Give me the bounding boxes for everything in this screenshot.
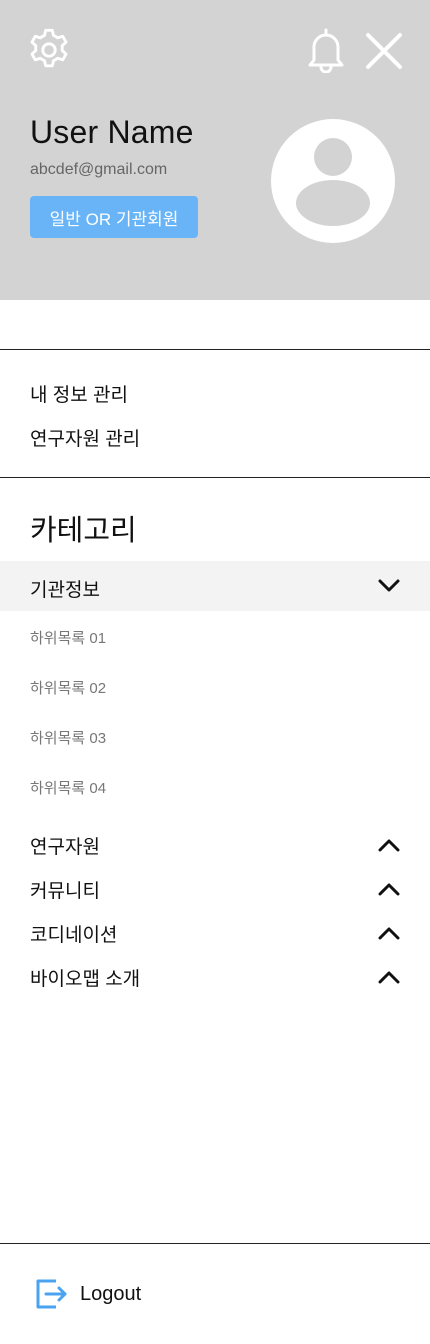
user-name: User Name (30, 114, 194, 150)
category-biomap-intro[interactable]: 바이오맵 소개 (0, 958, 430, 994)
subitem-03[interactable]: 하위목록 03 (30, 727, 106, 748)
gear-icon[interactable] (26, 27, 72, 73)
category-label: 기관정보 (30, 580, 100, 601)
menu-my-info[interactable]: 내 정보 관리 (30, 380, 128, 407)
menu-research-resources[interactable]: 연구자원 관리 (30, 424, 140, 451)
user-email: abcdef@gmail.com (30, 161, 168, 178)
chevron-up-icon (378, 839, 400, 852)
category-title: 카테고리 (30, 515, 137, 547)
category-research-resources[interactable]: 연구자원 (0, 826, 430, 862)
category-label: 연구자원 (30, 837, 100, 858)
close-icon[interactable] (363, 30, 405, 72)
member-type-badge[interactable]: 일반 OR 기관회원 (30, 196, 198, 238)
chevron-up-icon (378, 883, 400, 896)
category-coordination[interactable]: 코디네이션 (0, 914, 430, 950)
category-label: 코디네이션 (30, 925, 118, 946)
divider (0, 349, 430, 350)
bell-icon[interactable] (304, 27, 348, 73)
chevron-up-icon (378, 971, 400, 984)
subitem-04[interactable]: 하위목록 04 (30, 777, 106, 798)
chevron-up-icon (378, 927, 400, 940)
logout-icon (36, 1279, 67, 1309)
logout-button[interactable]: Logout (0, 1244, 430, 1344)
logout-label: Logout (80, 1283, 142, 1305)
divider (0, 477, 430, 478)
category-institution-info[interactable]: 기관정보 (0, 561, 430, 611)
user-avatar-icon (296, 138, 370, 226)
category-label: 바이오맵 소개 (30, 969, 141, 990)
profile-header: User Name abcdef@gmail.com 일반 OR 기관회원 (0, 0, 430, 300)
avatar[interactable] (271, 119, 395, 243)
category-label: 커뮤니티 (30, 881, 100, 902)
subitem-02[interactable]: 하위목록 02 (30, 677, 106, 698)
subitem-01[interactable]: 하위목록 01 (30, 627, 106, 648)
chevron-down-icon (378, 579, 400, 592)
category-community[interactable]: 커뮤니티 (0, 870, 430, 906)
